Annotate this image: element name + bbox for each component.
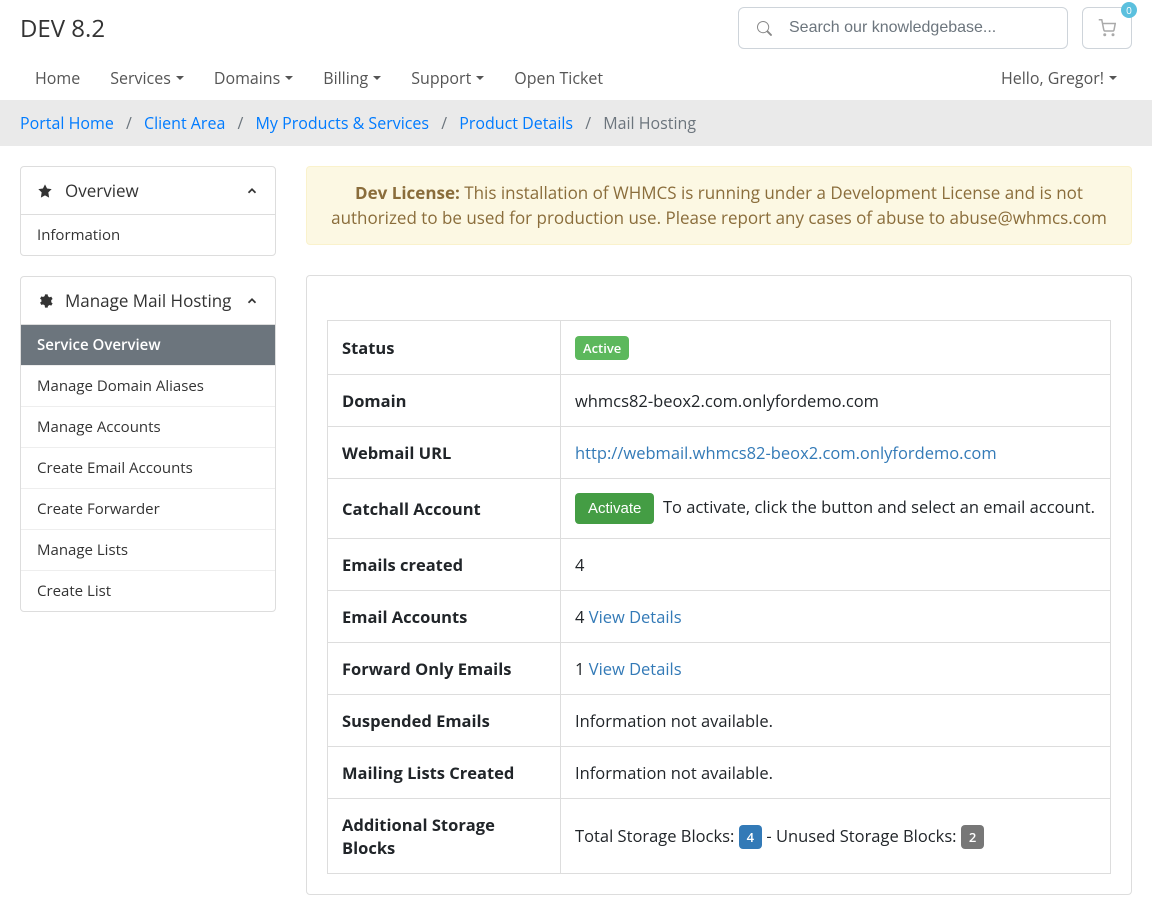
sidebar-item-information[interactable]: Information <box>21 215 275 255</box>
activate-button[interactable]: Activate <box>575 493 654 524</box>
sidebar-item-create-email[interactable]: Create Email Accounts <box>21 447 275 488</box>
row-label: Emails created <box>328 539 561 591</box>
star-icon <box>37 183 53 199</box>
table-row: Catchall Account Activate To activate, c… <box>328 479 1111 539</box>
table-row: Webmail URL http://webmail.whmcs82-beox2… <box>328 427 1111 479</box>
nav-user-menu[interactable]: Hello, Gregor! <box>986 59 1132 97</box>
row-value: Information not available. <box>561 747 1111 799</box>
breadcrumb-current: Mail Hosting <box>603 112 696 134</box>
nav-domains[interactable]: Domains <box>199 59 308 97</box>
row-label: Mailing Lists Created <box>328 747 561 799</box>
chevron-down-icon <box>176 76 184 80</box>
product-details-table: Status Active Domain whmcs82-beox2.com.o… <box>327 320 1111 874</box>
table-row: Email Accounts 4 View Details <box>328 591 1111 643</box>
sidebar-manage-header[interactable]: Manage Mail Hosting <box>21 277 275 325</box>
search-icon <box>739 21 789 36</box>
table-row: Forward Only Emails 1 View Details <box>328 643 1111 695</box>
nav-services[interactable]: Services <box>95 59 199 97</box>
row-value: 4 View Details <box>561 591 1111 643</box>
table-row: Mailing Lists Created Information not av… <box>328 747 1111 799</box>
row-value: Activate To activate, click the button a… <box>561 479 1111 539</box>
chevron-down-icon <box>1109 76 1117 80</box>
row-value: 4 <box>561 539 1111 591</box>
brand-title: DEV 8.2 <box>20 12 105 45</box>
catchall-help-text: To activate, click the button and select… <box>663 495 1095 518</box>
nav-billing[interactable]: Billing <box>308 59 396 97</box>
row-value: whmcs82-beox2.com.onlyfordemo.com <box>561 375 1111 427</box>
sidebar-item-accounts[interactable]: Manage Accounts <box>21 406 275 447</box>
cart-button[interactable]: 0 <box>1082 7 1132 49</box>
breadcrumb-product-details[interactable]: Product Details <box>459 112 573 134</box>
table-row: Additional Storage Blocks Total Storage … <box>328 799 1111 874</box>
breadcrumb-products[interactable]: My Products & Services <box>256 112 430 134</box>
sidebar-item-domain-aliases[interactable]: Manage Domain Aliases <box>21 365 275 406</box>
unused-storage-badge: 2 <box>961 825 984 849</box>
chevron-up-icon <box>245 294 259 308</box>
row-label: Domain <box>328 375 561 427</box>
gear-icon <box>37 293 53 309</box>
row-value: Total Storage Blocks: 4 - Unused Storage… <box>561 799 1111 874</box>
chevron-down-icon <box>476 76 484 80</box>
row-label: Suspended Emails <box>328 695 561 747</box>
sidebar-item-create-list[interactable]: Create List <box>21 570 275 611</box>
search-box[interactable] <box>738 7 1068 49</box>
row-label: Webmail URL <box>328 427 561 479</box>
sidebar-overview-header[interactable]: Overview <box>21 167 275 215</box>
row-value: Active <box>561 321 1111 375</box>
row-value: Information not available. <box>561 695 1111 747</box>
total-storage-badge: 4 <box>739 825 762 849</box>
breadcrumb-portal-home[interactable]: Portal Home <box>20 112 114 134</box>
nav-open-ticket[interactable]: Open Ticket <box>499 59 618 97</box>
status-badge: Active <box>575 336 629 360</box>
nav-home[interactable]: Home <box>20 59 95 97</box>
sidebar-item-manage-lists[interactable]: Manage Lists <box>21 529 275 570</box>
sidebar-item-create-forwarder[interactable]: Create Forwarder <box>21 488 275 529</box>
row-value: http://webmail.whmcs82-beox2.com.onlyfor… <box>561 427 1111 479</box>
table-row: Suspended Emails Information not availab… <box>328 695 1111 747</box>
dev-license-alert: Dev License: This installation of WHMCS … <box>306 166 1132 245</box>
row-label: Additional Storage Blocks <box>328 799 561 874</box>
breadcrumb-client-area[interactable]: Client Area <box>144 112 225 134</box>
table-row: Domain whmcs82-beox2.com.onlyfordemo.com <box>328 375 1111 427</box>
row-label: Catchall Account <box>328 479 561 539</box>
sidebar-item-service-overview[interactable]: Service Overview <box>21 325 275 365</box>
table-row: Status Active <box>328 321 1111 375</box>
row-value: 1 View Details <box>561 643 1111 695</box>
cart-count-badge: 0 <box>1121 2 1137 18</box>
view-details-link[interactable]: View Details <box>589 657 682 680</box>
search-input[interactable] <box>789 19 1067 37</box>
row-label: Status <box>328 321 561 375</box>
webmail-link[interactable]: http://webmail.whmcs82-beox2.com.onlyfor… <box>575 441 997 464</box>
nav-support[interactable]: Support <box>396 59 499 97</box>
chevron-up-icon <box>245 184 259 198</box>
view-details-link[interactable]: View Details <box>589 605 682 628</box>
breadcrumb: Portal Home / Client Area / My Products … <box>0 100 1152 146</box>
chevron-down-icon <box>373 76 381 80</box>
chevron-down-icon <box>285 76 293 80</box>
row-label: Forward Only Emails <box>328 643 561 695</box>
row-label: Email Accounts <box>328 591 561 643</box>
table-row: Emails created 4 <box>328 539 1111 591</box>
